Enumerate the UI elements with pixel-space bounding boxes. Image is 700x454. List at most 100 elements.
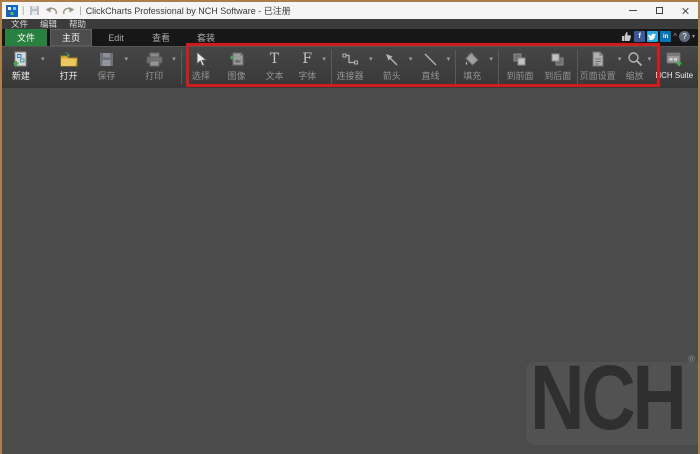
undo-icon[interactable]: [45, 4, 58, 17]
font-tool-button[interactable]: F 字体: [295, 48, 319, 88]
arrow-tool-label: 箭头: [383, 70, 401, 82]
nch-suite-icon: [665, 48, 683, 70]
tab-file[interactable]: 文件: [5, 29, 47, 46]
save-button-label: 保存: [97, 70, 115, 82]
page-setup-dropdown-icon[interactable]: ▾: [616, 48, 624, 70]
application-window: | | ClickCharts Professional by NCH Soft…: [0, 0, 700, 454]
line-dropdown-icon[interactable]: ▾: [443, 48, 453, 70]
minimize-button[interactable]: [620, 2, 646, 19]
toolbar-separator: [577, 50, 578, 84]
printer-icon: [146, 48, 163, 70]
new-button[interactable]: 新建: [4, 48, 38, 88]
menu-help[interactable]: 帮助: [63, 19, 92, 29]
nch-suite-button[interactable]: NCH Suite: [653, 48, 695, 88]
print-button-label: 打印: [145, 70, 163, 82]
fill-tool-button[interactable]: 填充: [458, 48, 486, 88]
font-tool-label: 字体: [298, 70, 316, 82]
image-icon: [229, 48, 245, 70]
maximize-button[interactable]: [646, 2, 672, 19]
zoom-dropdown-icon[interactable]: ▾: [645, 48, 653, 70]
text-tool-label: 文本: [265, 70, 283, 82]
image-tool-button[interactable]: 图像: [222, 48, 252, 88]
connector-tool-label: 连接器: [337, 70, 364, 82]
canvas[interactable]: ® NCH: [2, 88, 698, 454]
minimize-icon: [629, 10, 637, 11]
magnifier-icon: [627, 48, 643, 70]
save-button[interactable]: 保存: [92, 48, 122, 88]
connector-dropdown-icon[interactable]: ▾: [366, 48, 376, 70]
open-button[interactable]: 打开: [54, 48, 84, 88]
new-dropdown-icon[interactable]: ▾: [38, 48, 48, 70]
ribbon-tab-bar: 文件 主页 Edit 查看 套装 f in ^ ? ▾: [2, 29, 698, 46]
ribbon-toolbar: 新建 ▾ 打开 保存 ▾ 打印 ▾ 选择: [2, 46, 698, 88]
redo-icon[interactable]: [62, 4, 75, 17]
page-setup-icon: [591, 48, 605, 70]
tab-edit[interactable]: Edit: [95, 29, 137, 46]
arrow-dropdown-icon[interactable]: ▾: [406, 48, 416, 70]
help-dropdown-icon[interactable]: ▾: [692, 33, 695, 40]
maximize-icon: [656, 7, 663, 14]
close-icon: [681, 7, 689, 15]
nch-watermark-text: NCH: [530, 362, 684, 445]
print-dropdown-icon[interactable]: ▾: [169, 48, 179, 70]
facebook-icon[interactable]: f: [634, 31, 645, 42]
line-tool-label: 直线: [422, 70, 440, 82]
font-tool-icon: F: [302, 48, 312, 70]
page-setup-button[interactable]: 页面设置: [580, 48, 616, 88]
send-to-back-label: 到后面: [544, 70, 571, 82]
nch-watermark: NCH: [526, 362, 698, 445]
arrow-tool-button[interactable]: 箭头: [378, 48, 406, 88]
bring-to-front-label: 到前面: [506, 70, 533, 82]
menu-bar: 文件 编辑 帮助: [2, 19, 698, 29]
menu-file[interactable]: 文件: [5, 19, 34, 29]
close-button[interactable]: [672, 2, 698, 19]
fill-tool-label: 填充: [463, 70, 481, 82]
save-icon: [99, 48, 114, 70]
social-links: f in ^ ? ▾: [621, 31, 695, 42]
line-tool-button[interactable]: 直线: [418, 48, 444, 88]
send-to-back-button[interactable]: 到后面: [541, 48, 575, 88]
linkedin-icon[interactable]: in: [660, 31, 671, 42]
toolbar-separator: [331, 50, 332, 84]
new-document-icon: [12, 48, 29, 70]
titlebar-separator: |: [79, 6, 81, 15]
title-bar: | | ClickCharts Professional by NCH Soft…: [2, 2, 698, 19]
window-title: ClickCharts Professional by NCH Software…: [86, 4, 291, 17]
font-dropdown-icon[interactable]: ▾: [319, 48, 329, 70]
image-tool-label: 图像: [228, 70, 246, 82]
text-tool-button[interactable]: T 文本: [260, 48, 290, 88]
twitter-icon[interactable]: [647, 31, 658, 42]
connector-icon: [342, 48, 358, 70]
connector-tool-button[interactable]: 连接器: [334, 48, 366, 88]
open-button-label: 打开: [60, 70, 78, 82]
zoom-button-label: 缩放: [625, 70, 643, 82]
like-icon[interactable]: [621, 31, 632, 42]
tab-view[interactable]: 查看: [140, 29, 182, 46]
bring-to-front-button[interactable]: 到前面: [503, 48, 537, 88]
titlebar-separator: |: [22, 6, 24, 15]
menu-edit[interactable]: 编辑: [34, 19, 63, 29]
bring-to-front-icon: [512, 48, 527, 70]
new-button-label: 新建: [12, 70, 30, 82]
select-tool-button[interactable]: 选择: [186, 48, 216, 88]
page-setup-label: 页面设置: [580, 70, 616, 82]
send-to-back-icon: [550, 48, 565, 70]
collapse-ribbon-icon[interactable]: ^: [673, 33, 677, 41]
fill-dropdown-icon[interactable]: ▾: [486, 48, 496, 70]
tab-home[interactable]: 主页: [50, 29, 92, 46]
save-dropdown-icon[interactable]: ▾: [121, 48, 131, 70]
fill-bucket-icon: [464, 48, 480, 70]
zoom-button[interactable]: 缩放: [624, 48, 646, 88]
tab-suite[interactable]: 套装: [185, 29, 227, 46]
open-folder-icon: [60, 48, 78, 70]
toolbar-separator: [498, 50, 499, 84]
print-button[interactable]: 打印: [139, 48, 169, 88]
line-icon: [423, 48, 438, 70]
window-controls: [620, 2, 698, 19]
nch-suite-label: NCH Suite: [655, 70, 693, 82]
arrow-icon: [384, 48, 399, 70]
toolbar-separator: [181, 50, 182, 84]
quick-save-icon[interactable]: [28, 4, 41, 17]
app-icon: [5, 4, 18, 17]
help-icon[interactable]: ?: [679, 31, 690, 42]
